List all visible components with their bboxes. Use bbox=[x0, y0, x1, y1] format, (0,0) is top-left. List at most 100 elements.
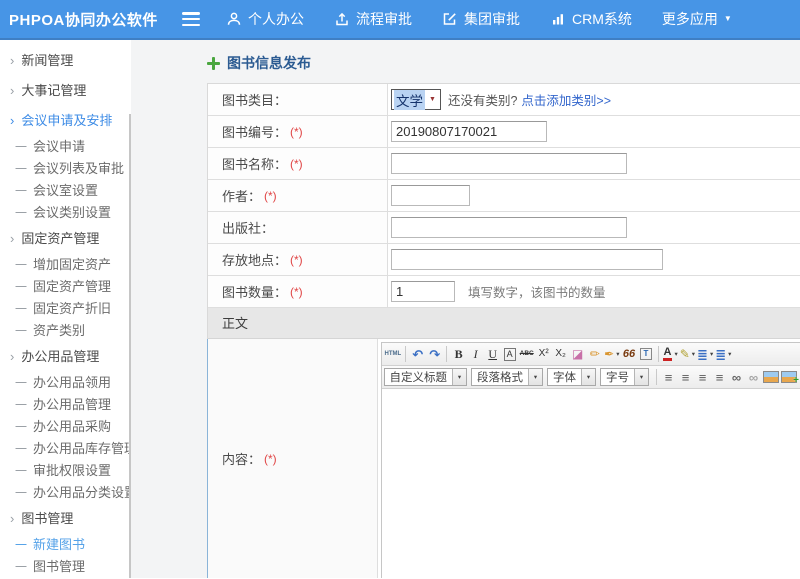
eraser-icon[interactable]: ◪ bbox=[569, 345, 586, 364]
redo-icon[interactable]: ↷ bbox=[426, 345, 443, 364]
unordered-list-icon[interactable]: ≣▾ bbox=[714, 345, 732, 364]
heading-select-value: 自定义标题 bbox=[385, 369, 453, 385]
sidebar-item-会议室设置[interactable]: 一会议室设置 bbox=[0, 180, 131, 202]
format-painter-icon[interactable]: ✒▾ bbox=[603, 345, 620, 364]
book-category-label-cell: 图书类目： bbox=[208, 84, 388, 115]
heading-select[interactable]: 自定义标题▾ bbox=[384, 368, 468, 386]
highlight-icon[interactable]: ✎▾ bbox=[679, 345, 696, 364]
unlink-icon[interactable]: ∞ bbox=[745, 368, 762, 387]
caret-down-icon: ▾ bbox=[581, 369, 595, 385]
sidebar-item-办公用品库存管理[interactable]: 一办公用品库存管理 bbox=[0, 438, 131, 460]
image-upload-icon[interactable]: + bbox=[780, 368, 798, 387]
nav-label: 个人办公 bbox=[248, 9, 304, 29]
menu-toggle-icon[interactable] bbox=[182, 12, 200, 26]
image-icon[interactable] bbox=[762, 368, 780, 387]
sidebar-section-办公用品管理[interactable]: ›办公用品管理 bbox=[0, 342, 131, 372]
align-center-icon[interactable]: ≡ bbox=[677, 368, 694, 387]
ordered-list-icon[interactable]: ≣▾ bbox=[696, 345, 714, 364]
sidebar-section-固定资产管理[interactable]: ›固定资产管理 bbox=[0, 224, 131, 254]
editor-content-area[interactable] bbox=[382, 389, 800, 579]
paragraph-select-value: 段落格式 bbox=[472, 369, 528, 385]
chevron-right-icon: › bbox=[10, 53, 14, 68]
field-label: 作者： bbox=[222, 186, 261, 205]
nav-more-apps[interactable]: 更多应用 ▼ bbox=[662, 9, 732, 29]
nav-label: 集团审批 bbox=[464, 9, 520, 29]
dash-bullet-icon: 一 bbox=[15, 486, 27, 500]
align-left-icon-glyph: ≡ bbox=[665, 371, 673, 384]
font-style-icon[interactable]: A bbox=[501, 345, 518, 364]
field-label: 存放地点： bbox=[222, 250, 287, 269]
sidebar-item-审批权限设置[interactable]: 一审批权限设置 bbox=[0, 460, 131, 482]
sidebar-item-label: 会议室设置 bbox=[33, 183, 98, 198]
sidebar-item-资产类别[interactable]: 一资产类别 bbox=[0, 320, 131, 342]
nav-group-approval[interactable]: 集团审批 bbox=[442, 9, 520, 29]
sidebar-item-增加固定资产[interactable]: 一增加固定资产 bbox=[0, 254, 131, 276]
category-select[interactable]: 文学▼ bbox=[391, 89, 441, 110]
paste-text-icon[interactable]: T bbox=[638, 345, 655, 364]
sidebar-item-办公用品分类设置[interactable]: 一办公用品分类设置 bbox=[0, 482, 131, 504]
subscript-icon[interactable]: X₂ bbox=[552, 345, 569, 364]
sidebar-item-固定资产折旧[interactable]: 一固定资产折旧 bbox=[0, 298, 131, 320]
sidebar-item-办公用品领用[interactable]: 一办公用品领用 bbox=[0, 372, 131, 394]
book-quantity-input[interactable] bbox=[391, 281, 455, 302]
align-justify-icon[interactable]: ≡ bbox=[711, 368, 728, 387]
content-row: 内容： (*) HTML↶↷BIUAABCX²X₂◪✏✒▾66TA▾✎▾≣▾≣▾… bbox=[207, 339, 800, 578]
sidebar-item-会议申请[interactable]: 一会议申请 bbox=[0, 136, 131, 158]
sidebar-item-会议类别设置[interactable]: 一会议类别设置 bbox=[0, 202, 131, 224]
superscript-icon[interactable]: X² bbox=[535, 345, 552, 364]
author-input[interactable] bbox=[391, 185, 470, 206]
strikethrough-icon[interactable]: ABC bbox=[518, 345, 535, 364]
field-label: 图书名称： bbox=[222, 154, 287, 173]
align-left-icon[interactable]: ≡ bbox=[660, 368, 677, 387]
sidebar-item-label: 固定资产管理 bbox=[33, 279, 111, 294]
link-icon[interactable]: ∞ bbox=[728, 368, 745, 387]
sidebar-item-固定资产管理[interactable]: 一固定资产管理 bbox=[0, 276, 131, 298]
caret-down-icon: ▾ bbox=[616, 350, 619, 358]
blockquote-icon[interactable]: 66 bbox=[621, 345, 638, 364]
bold-icon[interactable]: B bbox=[450, 345, 467, 364]
book-number-input[interactable] bbox=[391, 121, 547, 142]
user-icon bbox=[226, 11, 242, 27]
app-logo: PHPOA协同办公软件 bbox=[0, 9, 178, 30]
html-source-button[interactable]: HTML bbox=[384, 345, 403, 364]
nav-personal-office[interactable]: 个人办公 bbox=[226, 9, 304, 29]
align-right-icon[interactable]: ≡ bbox=[694, 368, 711, 387]
required-mark: (*) bbox=[264, 452, 277, 466]
undo-icon[interactable]: ↶ bbox=[409, 345, 426, 364]
form-row-book-name: 图书名称：(*) bbox=[208, 148, 800, 180]
nav-label: CRM系统 bbox=[572, 9, 632, 29]
publisher-label-cell: 出版社： bbox=[208, 212, 388, 243]
sidebar-section-会议申请及安排[interactable]: ›会议申请及安排 bbox=[0, 106, 131, 136]
paragraph-select[interactable]: 段落格式▾ bbox=[471, 368, 543, 386]
sidebar-item-办公用品管理[interactable]: 一办公用品管理 bbox=[0, 394, 131, 416]
sidebar-item-新建图书[interactable]: 一新建图书 bbox=[0, 534, 131, 556]
form-row-author: 作者：(*) bbox=[208, 180, 800, 212]
toolbar-separator bbox=[405, 346, 406, 362]
book-name-input[interactable] bbox=[391, 153, 627, 174]
font-select[interactable]: 字体▾ bbox=[547, 368, 596, 386]
sidebar-section-大事记管理[interactable]: ›大事记管理 bbox=[0, 76, 131, 106]
sidebar-item-会议列表及审批[interactable]: 一会议列表及审批 bbox=[0, 158, 131, 180]
nav-workflow-approval[interactable]: 流程审批 bbox=[334, 9, 412, 29]
publisher-input[interactable] bbox=[391, 217, 627, 238]
clean-format-icon[interactable]: ✏ bbox=[586, 345, 603, 364]
chevron-right-icon: › bbox=[10, 113, 14, 128]
sidebar-section-新闻管理[interactable]: ›新闻管理 bbox=[0, 46, 131, 76]
rich-text-editor: HTML↶↷BIUAABCX²X₂◪✏✒▾66TA▾✎▾≣▾≣▾ 自定义标题▾段… bbox=[381, 342, 800, 578]
size-select[interactable]: 字号▾ bbox=[600, 368, 649, 386]
caret-down-icon: ▾ bbox=[710, 350, 713, 358]
underline-icon[interactable]: U bbox=[484, 345, 501, 364]
italic-icon[interactable]: I bbox=[467, 345, 484, 364]
font-color-icon[interactable]: A▾ bbox=[662, 345, 679, 364]
storage-location-input[interactable] bbox=[391, 249, 663, 270]
sidebar-item-图书管理[interactable]: 一图书管理 bbox=[0, 556, 131, 578]
required-mark: (*) bbox=[290, 157, 303, 171]
size-select-value: 字号 bbox=[601, 369, 634, 385]
sidebar-section-图书管理[interactable]: ›图书管理 bbox=[0, 504, 131, 534]
highlight-icon-glyph: ✎ bbox=[680, 348, 690, 360]
caret-down-icon: ▾ bbox=[692, 350, 695, 358]
add-category-link[interactable]: 点击添加类别>> bbox=[521, 90, 611, 109]
sidebar-item-办公用品采购[interactable]: 一办公用品采购 bbox=[0, 416, 131, 438]
align-right-icon-glyph: ≡ bbox=[699, 371, 707, 384]
nav-crm-system[interactable]: CRM系统 bbox=[550, 9, 632, 29]
